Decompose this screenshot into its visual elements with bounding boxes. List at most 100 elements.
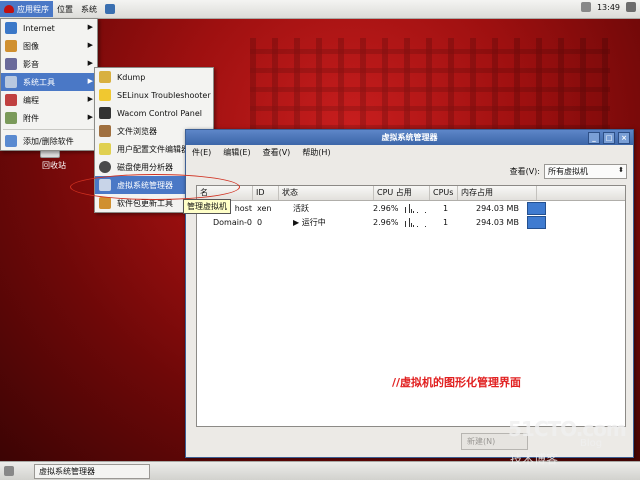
submenu-arrow-icon: ▶ (87, 59, 93, 67)
taskbar-item-label: 虚拟系统管理器 (39, 466, 95, 476)
vm-name: Domain-0 (212, 217, 252, 227)
menu-applications[interactable]: 应用程序 (0, 1, 53, 17)
window-menubar: 件(E) 编辑(E) 查看(V) 帮助(H) (186, 145, 633, 160)
menu-item-internet[interactable]: Internet ▶ (1, 19, 97, 37)
view-filter: 查看(V): 所有虚拟机 ⬍ (510, 164, 627, 179)
wacom-icon (99, 107, 111, 119)
menu-system[interactable]: 系统 (77, 1, 101, 17)
volume-icon[interactable] (580, 2, 591, 12)
vm-list-header: 名 ID 状态 CPU 占用 CPUs 内存占用 (197, 186, 625, 201)
submenu-arrow-icon: ▶ (87, 41, 93, 49)
menu-item-accessories[interactable]: 附件 ▶ (1, 109, 97, 127)
vm-cpu: 2.96% (373, 203, 399, 213)
system-tools-icon (5, 76, 17, 88)
redhat-logo-icon (4, 5, 14, 13)
menu-item-label: 图像 (23, 41, 39, 51)
menu-item-label: SELinux Troubleshooter (117, 90, 211, 100)
menu-separator (3, 129, 95, 130)
internet-icon (5, 22, 17, 34)
window-titlebar[interactable]: 虚拟系统管理器 _ □ × (186, 130, 633, 145)
taskbar-item[interactable]: 虚拟系统管理器 (34, 463, 150, 479)
menu-help[interactable]: 帮助(H) (302, 147, 330, 158)
menu-item-multimedia[interactable]: 影音 ▶ (1, 55, 97, 73)
vm-state: 运行中 (301, 217, 326, 227)
launcher-icon[interactable] (105, 4, 115, 14)
highlight-ellipse (70, 174, 240, 200)
minimize-icon[interactable]: _ (588, 132, 600, 144)
menu-file[interactable]: 件(E) (192, 147, 211, 158)
menu-applications-label: 应用程序 (17, 4, 49, 14)
menu-item-label: 附件 (23, 113, 39, 123)
view-combo[interactable]: 所有虚拟机 ⬍ (544, 164, 627, 179)
view-combo-value: 所有虚拟机 (548, 167, 588, 176)
col-memory[interactable]: 内存占用 (458, 186, 537, 200)
vm-id: 0 (257, 217, 263, 227)
accessories-icon (5, 112, 17, 124)
menu-places[interactable]: 位置 (53, 1, 77, 17)
star-icon (99, 89, 111, 101)
menu-item-label: Internet (23, 23, 55, 33)
menu-item-wacom[interactable]: Wacom Control Panel (95, 104, 213, 122)
vm-state-cell: ▶ 运行中 (279, 217, 370, 228)
memory-bar-icon (527, 201, 546, 215)
col-id[interactable]: ID (253, 186, 279, 200)
view-label: 查看(V): (509, 167, 540, 176)
window-controls: _ □ × (588, 132, 630, 144)
menu-item-label: Kdump (117, 72, 146, 82)
menu-places-label: 位置 (57, 4, 73, 14)
close-icon[interactable]: × (618, 132, 630, 144)
menu-item-label: 磁盘使用分析器 (117, 162, 173, 172)
clock[interactable]: 13:49 (597, 3, 620, 12)
file-browser-icon (99, 125, 111, 137)
menu-item-system-tools[interactable]: 系统工具 ▶ (1, 73, 97, 91)
watermark-sub: 技术博客 (510, 452, 559, 466)
recycle-bin-label: 回收站 (42, 161, 66, 170)
programming-icon (5, 94, 17, 106)
profile-editor-icon (99, 143, 111, 155)
menu-view[interactable]: 查看(V) (263, 147, 291, 158)
virt-manager-window: 虚拟系统管理器 _ □ × 件(E) 编辑(E) 查看(V) 帮助(H) 查看(… (185, 129, 634, 458)
vm-state: 活跃 (293, 203, 309, 213)
col-state[interactable]: 状态 (279, 186, 374, 200)
memory-bar-icon (527, 215, 546, 229)
applications-menu: Internet ▶ 图像 ▶ 影音 ▶ 系统工具 ▶ 编程 ▶ 附件 ▶ 添加/删除软件 (0, 18, 98, 151)
package-updater-icon (99, 197, 111, 209)
vm-row[interactable]: host xen 活跃 2.96% 1 294.03 MB (197, 201, 625, 215)
multimedia-icon (5, 58, 17, 70)
menu-edit[interactable]: 编辑(E) (223, 147, 250, 158)
menu-item-label: 文件浏览器 (117, 126, 157, 136)
top-panel: 应用程序 位置 系统 13:49 (0, 0, 640, 19)
menu-item-kdump[interactable]: Kdump (95, 68, 213, 86)
vm-cpu: 2.96% (373, 217, 399, 227)
watermark-logo: 51CTO.com (508, 417, 627, 441)
menu-item-add-remove-software[interactable]: 添加/删除软件 (1, 132, 97, 150)
network-icon[interactable] (626, 2, 636, 12)
vm-cpus: 1 (443, 217, 449, 227)
menu-item-label: 编程 (23, 95, 39, 105)
cpu-sparkline (401, 203, 440, 213)
col-cpu-usage[interactable]: CPU 占用 (374, 186, 430, 200)
menu-item-selinux[interactable]: SELinux Troubleshooter (95, 86, 213, 104)
menu-item-programming[interactable]: 编程 ▶ (1, 91, 97, 109)
new-vm-label: 新建(N) (467, 437, 496, 446)
vm-list: 名 ID 状态 CPU 占用 CPUs 内存占用 host xen 活跃 2.9… (196, 185, 626, 427)
menu-item-label: 影音 (23, 59, 39, 69)
software-icon (5, 135, 17, 147)
submenu-arrow-icon: ▶ (87, 95, 93, 103)
col-cpus[interactable]: CPUs (430, 186, 458, 200)
graphics-icon (5, 40, 17, 52)
menu-item-label: Wacom Control Panel (117, 108, 202, 118)
menu-item-label: 用户配置文件编辑器 (117, 144, 189, 154)
window-title: 虚拟系统管理器 (381, 133, 438, 142)
menu-item-graphics[interactable]: 图像 ▶ (1, 37, 97, 55)
show-desktop-icon[interactable] (4, 466, 14, 476)
submenu-arrow-icon: ▶ (87, 77, 93, 85)
vm-row[interactable]: Domain-0 0 ▶ 运行中 2.96% 1 294.03 MB (197, 215, 625, 229)
maximize-icon[interactable]: □ (603, 132, 615, 144)
vm-id: xen (257, 203, 272, 213)
vm-memory: 294.03 MB (476, 217, 519, 227)
combo-arrow-icon: ⬍ (618, 166, 624, 174)
watermark-blog: Blog (580, 438, 603, 449)
menu-item-label: 系统工具 (23, 77, 55, 87)
vm-memory: 294.03 MB (476, 203, 519, 213)
